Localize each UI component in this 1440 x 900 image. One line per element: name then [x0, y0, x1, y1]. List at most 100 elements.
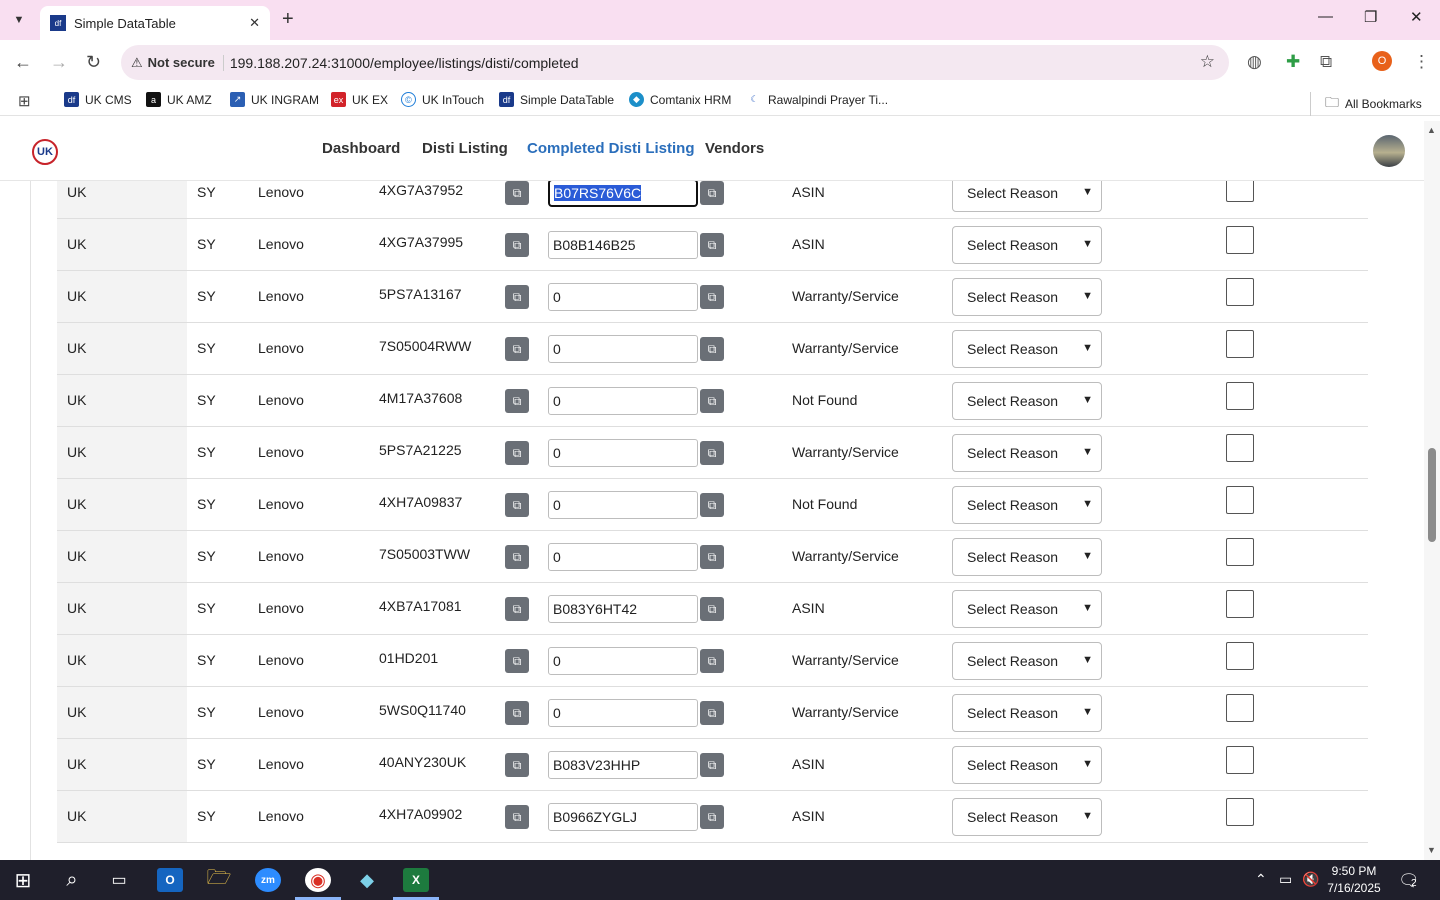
copy-part-button[interactable]: ⧉	[505, 181, 529, 205]
row-checkbox[interactable]	[1226, 330, 1254, 358]
new-tab-plus-icon[interactable]: +	[282, 8, 294, 31]
windows-start-icon[interactable]: ⊞	[10, 868, 36, 892]
translate-globe-icon[interactable]: ◍	[1247, 52, 1262, 72]
row-checkbox[interactable]	[1226, 642, 1254, 670]
system-clock[interactable]: 9:50 PM 7/16/2025	[1322, 863, 1386, 897]
reason-select[interactable]: Select Reason ▼	[952, 278, 1102, 316]
asin-input[interactable]	[548, 647, 698, 675]
reason-select[interactable]: Select Reason ▼	[952, 486, 1102, 524]
row-checkbox[interactable]	[1226, 798, 1254, 826]
minimize-icon[interactable]: —	[1318, 8, 1333, 25]
file-explorer-icon[interactable]: 🗁	[206, 867, 232, 892]
chrome-icon[interactable]: ◉	[305, 868, 331, 892]
extension-plus-icon[interactable]: ✚	[1286, 52, 1300, 72]
asin-input[interactable]	[548, 283, 698, 311]
excel-icon[interactable]: X	[403, 868, 429, 892]
user-avatar[interactable]	[1373, 135, 1405, 167]
copy-asin-button[interactable]: ⧉	[700, 233, 724, 257]
copy-part-button[interactable]: ⧉	[505, 493, 529, 517]
row-checkbox[interactable]	[1226, 434, 1254, 462]
row-checkbox[interactable]	[1226, 486, 1254, 514]
back-arrow-icon[interactable]: ←	[14, 52, 32, 73]
row-checkbox[interactable]	[1226, 746, 1254, 774]
bookmark-comtanix-hrm[interactable]: ◆ Comtanix HRM	[629, 92, 731, 107]
bookmark-uk-ingram[interactable]: ↗ UK INGRAM	[230, 92, 319, 107]
tab-search-chevron-icon[interactable]: ▼	[8, 9, 30, 31]
scroll-down-arrow-icon[interactable]: ▼	[1427, 845, 1436, 855]
copy-asin-button[interactable]: ⧉	[700, 805, 724, 829]
copy-part-button[interactable]: ⧉	[505, 285, 529, 309]
nav-disti-listing[interactable]: Disti Listing	[422, 140, 508, 157]
page-scrollbar[interactable]: ▲ ▼	[1424, 121, 1440, 860]
asin-input[interactable]	[548, 491, 698, 519]
asin-input[interactable]	[548, 751, 698, 779]
asin-input[interactable]	[548, 335, 698, 363]
copy-asin-button[interactable]: ⧉	[700, 597, 724, 621]
forward-arrow-icon[interactable]: →	[50, 52, 68, 73]
nav-completed-disti-listing[interactable]: Completed Disti Listing	[527, 140, 695, 157]
task-view-icon[interactable]: ▭	[106, 868, 132, 892]
copy-part-button[interactable]: ⧉	[505, 337, 529, 361]
site-logo[interactable]: UK	[32, 139, 58, 165]
asin-input[interactable]	[548, 387, 698, 415]
row-checkbox[interactable]	[1226, 590, 1254, 618]
reason-select[interactable]: Select Reason ▼	[952, 434, 1102, 472]
restore-icon[interactable]: ❐	[1364, 8, 1377, 26]
bookmark-star-icon[interactable]: ☆	[1200, 52, 1215, 72]
address-bar[interactable]: ⚠ Not secure 199.188.207.24:31000/employ…	[121, 45, 1229, 80]
copy-asin-button[interactable]: ⧉	[700, 441, 724, 465]
nav-vendors[interactable]: Vendors	[705, 140, 764, 157]
bookmark-simple-datatable[interactable]: df Simple DataTable	[499, 92, 614, 107]
copy-part-button[interactable]: ⧉	[505, 597, 529, 621]
reason-select[interactable]: Select Reason ▼	[952, 330, 1102, 368]
row-checkbox[interactable]	[1226, 538, 1254, 566]
asin-input[interactable]	[548, 699, 698, 727]
kebab-menu-icon[interactable]: ⋮	[1413, 52, 1430, 72]
scroll-up-arrow-icon[interactable]: ▲	[1427, 125, 1436, 135]
bookmark-rawalpindi-prayer[interactable]: ☾ Rawalpindi Prayer Ti...	[747, 92, 888, 107]
security-indicator[interactable]: Not secure	[148, 55, 223, 70]
copy-asin-button[interactable]: ⧉	[700, 285, 724, 309]
extensions-puzzle-icon[interactable]: ⧉	[1320, 52, 1332, 72]
row-checkbox[interactable]	[1226, 382, 1254, 410]
bookmark-uk-intouch[interactable]: © UK InTouch	[401, 92, 484, 107]
copy-asin-button[interactable]: ⧉	[700, 337, 724, 361]
copy-part-button[interactable]: ⧉	[505, 389, 529, 413]
zoom-icon[interactable]: zm	[255, 868, 281, 892]
copy-asin-button[interactable]: ⧉	[700, 701, 724, 725]
speaker-muted-icon[interactable]: 🔇	[1302, 871, 1319, 888]
apps-grid-icon[interactable]: ⊞	[18, 92, 31, 110]
copy-asin-button[interactable]: ⧉	[700, 389, 724, 413]
url-text[interactable]: 199.188.207.24:31000/employee/listings/d…	[222, 54, 579, 71]
window-close-icon[interactable]: ✕	[1410, 8, 1423, 26]
bookmark-uk-amz[interactable]: a UK AMZ	[146, 92, 212, 107]
outlook-icon[interactable]: O	[157, 868, 183, 892]
reason-select[interactable]: Select Reason ▼	[952, 538, 1102, 576]
copy-asin-button[interactable]: ⧉	[700, 753, 724, 777]
row-checkbox[interactable]	[1226, 226, 1254, 254]
reason-select[interactable]: Select Reason ▼	[952, 226, 1102, 264]
asin-input[interactable]	[547, 178, 699, 208]
tray-chevron-up-icon[interactable]: ⌃	[1255, 871, 1267, 888]
reason-select[interactable]: Select Reason ▼	[952, 798, 1102, 836]
reload-icon[interactable]: ↻	[86, 52, 101, 73]
copy-part-button[interactable]: ⧉	[505, 701, 529, 725]
all-bookmarks-button[interactable]: 🗀 All Bookmarks	[1310, 92, 1422, 116]
scrollbar-thumb[interactable]	[1428, 448, 1436, 542]
copy-part-button[interactable]: ⧉	[505, 649, 529, 673]
reason-select[interactable]: Select Reason ▼	[952, 746, 1102, 784]
copy-part-button[interactable]: ⧉	[505, 805, 529, 829]
app-diamond-icon[interactable]: ◆	[354, 868, 380, 892]
copy-asin-button[interactable]: ⧉	[700, 545, 724, 569]
copy-part-button[interactable]: ⧉	[505, 233, 529, 257]
copy-part-button[interactable]: ⧉	[505, 545, 529, 569]
copy-part-button[interactable]: ⧉	[505, 441, 529, 465]
profile-avatar[interactable]: O	[1372, 51, 1392, 71]
asin-input[interactable]	[548, 803, 698, 831]
reason-select[interactable]: Select Reason ▼	[952, 694, 1102, 732]
browser-tab[interactable]: df Simple DataTable ✕	[40, 6, 270, 40]
copy-asin-button[interactable]: ⧉	[700, 649, 724, 673]
nav-dashboard[interactable]: Dashboard	[322, 140, 400, 157]
copy-part-button[interactable]: ⧉	[505, 753, 529, 777]
bookmark-uk-cms[interactable]: df UK CMS	[64, 92, 132, 107]
